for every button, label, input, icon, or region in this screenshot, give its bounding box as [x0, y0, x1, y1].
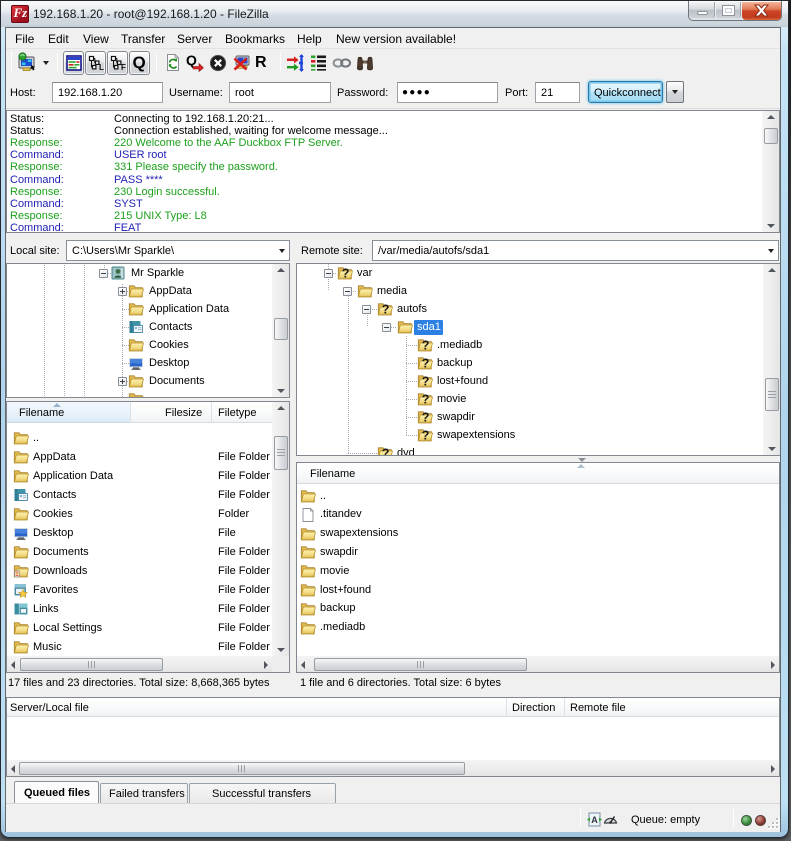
svg-text:L: L	[99, 63, 104, 71]
svg-text:A: A	[591, 815, 598, 825]
svg-text:F: F	[121, 63, 126, 71]
